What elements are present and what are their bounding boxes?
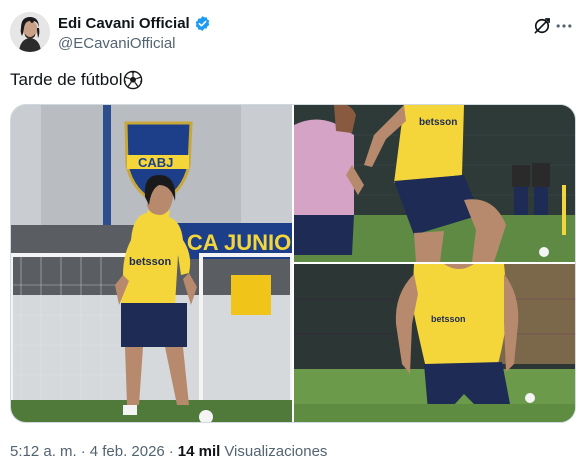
grok-icon[interactable] bbox=[532, 16, 552, 36]
meta-separator: · bbox=[80, 442, 86, 460]
avatar[interactable] bbox=[10, 12, 50, 52]
photo-2[interactable]: betsson bbox=[294, 105, 575, 262]
tweet-text: Tarde de fútbol bbox=[10, 69, 143, 91]
display-name[interactable]: Edi Cavani Official bbox=[58, 15, 190, 32]
verified-badge-icon bbox=[194, 15, 211, 32]
more-options-icon[interactable] bbox=[554, 16, 574, 36]
photo-3[interactable]: betsson bbox=[294, 264, 575, 422]
timestamp-time[interactable]: 5:12 a. m. bbox=[10, 443, 77, 460]
handle[interactable]: @ECavaniOfficial bbox=[58, 35, 211, 54]
club-crest-text: CABJ bbox=[138, 155, 173, 170]
photo-1[interactable]: ACA JUNIO CABJ betsson bbox=[11, 105, 292, 422]
author-names: Edi Cavani Official @ECavaniOfficial bbox=[58, 14, 211, 54]
wall-banner-text: ACA JUNIO bbox=[171, 230, 291, 255]
tweet-meta: 5:12 a. m. · 4 feb. 2026 · 14 mil Visual… bbox=[10, 441, 327, 461]
tweet-text-content: Tarde de fútbol bbox=[10, 70, 123, 89]
views-count: 14 mil bbox=[177, 442, 221, 460]
shirt-sponsor-2: betsson bbox=[419, 117, 457, 128]
views-label: Visualizaciones bbox=[224, 442, 328, 460]
meta-separator-2: · bbox=[168, 442, 174, 460]
shirt-sponsor-3: betsson bbox=[431, 314, 466, 324]
timestamp-date[interactable]: 4 feb. 2026 bbox=[90, 443, 165, 460]
display-name-row: Edi Cavani Official bbox=[58, 14, 211, 33]
media-grid: ACA JUNIO CABJ betsson betsson betsson bbox=[10, 104, 576, 423]
soccer-ball-icon bbox=[123, 70, 143, 90]
tweet-header: Edi Cavani Official @ECavaniOfficial bbox=[10, 10, 574, 60]
shirt-sponsor-1: betsson bbox=[129, 256, 171, 268]
